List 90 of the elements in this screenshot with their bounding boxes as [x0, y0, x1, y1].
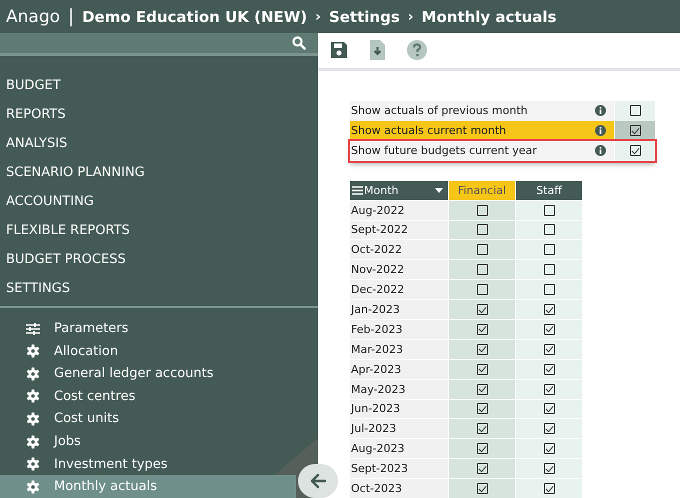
- table-cell: Dec-2022: [350, 279, 448, 300]
- submenu-item[interactable]: Cost centres: [0, 385, 296, 408]
- list-icon: [352, 186, 363, 195]
- gear-icon: [26, 480, 40, 494]
- gear-icon: [26, 434, 40, 449]
- menu-item[interactable]: SCENARIO PLANNING: [0, 158, 318, 188]
- checkbox[interactable]: [544, 324, 554, 335]
- checkbox[interactable]: [476, 224, 488, 236]
- download-file-icon[interactable]: [370, 40, 385, 60]
- checkbox[interactable]: [476, 384, 488, 395]
- table-cell: Jan-2023: [350, 299, 448, 319]
- submenu-item[interactable]: Investment types: [0, 452, 296, 476]
- submenu-item[interactable]: Parameters: [0, 317, 296, 340]
- checkbox[interactable]: [476, 344, 488, 355]
- column-header[interactable]: Month: [350, 180, 448, 200]
- checkbox[interactable]: [544, 364, 554, 375]
- checkbox[interactable]: [476, 423, 488, 434]
- arrow-left-icon: [309, 473, 327, 489]
- column-header[interactable]: Financial: [449, 180, 515, 200]
- column-header[interactable]: Staff: [516, 180, 582, 200]
- logo[interactable]: Anago: [6, 6, 60, 26]
- table-cell: Nov-2022: [350, 259, 448, 280]
- checkbox[interactable]: [544, 204, 554, 216]
- checkbox[interactable]: [630, 125, 640, 136]
- checkbox[interactable]: [544, 403, 554, 414]
- help-icon[interactable]: [407, 40, 427, 60]
- checkbox[interactable]: [476, 204, 488, 216]
- breadcrumb-item: Monthly actuals: [422, 8, 556, 26]
- table-cell: Sept-2022: [350, 220, 448, 240]
- menu-item[interactable]: BUDGET PROCESS: [0, 245, 318, 274]
- menu-item[interactable]: SETTINGS: [0, 274, 318, 304]
- checkbox[interactable]: [544, 463, 554, 474]
- submenu-item[interactable]: Jobs: [0, 430, 296, 453]
- gear-icon: [26, 366, 40, 381]
- menu-item[interactable]: BUDGET: [0, 71, 318, 100]
- checkbox[interactable]: [544, 284, 554, 296]
- menu-item[interactable]: ANALYSIS: [0, 129, 318, 158]
- checkbox[interactable]: [544, 423, 554, 434]
- gear-icon: [26, 344, 40, 358]
- submenu-item[interactable]: Allocation: [0, 340, 296, 362]
- table-cell: Oct-2023: [350, 478, 448, 498]
- table-cell: Jul-2023: [350, 418, 448, 438]
- breadcrumb-separator: ›: [315, 8, 321, 24]
- sliders-icon: [26, 322, 40, 335]
- checkbox[interactable]: [476, 264, 488, 276]
- menu-item[interactable]: ACCOUNTING: [0, 187, 318, 216]
- checkbox[interactable]: [630, 105, 640, 116]
- submenu-item[interactable]: Cost units: [0, 408, 296, 430]
- checkbox[interactable]: [544, 384, 554, 395]
- breadcrumb-item[interactable]: Demo Education UK (NEW): [82, 8, 308, 26]
- checkbox[interactable]: [476, 364, 488, 375]
- checkbox[interactable]: [476, 324, 488, 335]
- checkbox[interactable]: [630, 145, 640, 156]
- table-cell: Aug-2022: [350, 200, 448, 220]
- gear-icon: [26, 457, 40, 472]
- submenu-item[interactable]: Monthly actuals: [0, 475, 296, 498]
- breadcrumb-separator: ›: [408, 8, 414, 24]
- menu-item[interactable]: REPORTS: [0, 100, 318, 130]
- table-cell: Apr-2023: [350, 358, 448, 379]
- checkbox[interactable]: [476, 443, 488, 454]
- option-label: Show future budgets current year: [350, 142, 538, 159]
- checkbox[interactable]: [476, 244, 488, 256]
- checkbox[interactable]: [476, 304, 488, 316]
- checkbox[interactable]: [476, 463, 488, 474]
- table-cell: Jun-2023: [350, 398, 448, 418]
- checkbox[interactable]: [544, 264, 554, 276]
- checkbox[interactable]: [476, 483, 488, 494]
- save-icon[interactable]: [330, 41, 348, 60]
- table-cell: May-2023: [350, 378, 448, 399]
- table-cell: Oct-2022: [350, 239, 448, 260]
- menu-item[interactable]: FLEXIBLE REPORTS: [0, 216, 318, 246]
- option-label: Show actuals of previous month: [350, 102, 529, 119]
- checkbox[interactable]: [544, 304, 554, 316]
- checkbox[interactable]: [544, 244, 554, 256]
- table-cell: Mar-2023: [350, 338, 448, 359]
- table-cell: Feb-2023: [350, 318, 448, 339]
- separator: |: [68, 6, 74, 27]
- gear-icon: [26, 412, 40, 426]
- checkbox[interactable]: [544, 224, 554, 236]
- checkbox[interactable]: [544, 344, 554, 355]
- breadcrumb-item[interactable]: Settings: [328, 8, 400, 26]
- checkbox[interactable]: [476, 403, 488, 414]
- search-icon[interactable]: [292, 36, 306, 50]
- checkbox[interactable]: [544, 443, 554, 454]
- table-cell: Aug-2023: [350, 438, 448, 458]
- table-cell: Sept-2023: [350, 458, 448, 478]
- gear-icon: [26, 389, 40, 404]
- submenu-item[interactable]: General ledger accounts: [0, 362, 296, 386]
- checkbox[interactable]: [544, 483, 554, 494]
- checkbox[interactable]: [476, 284, 488, 296]
